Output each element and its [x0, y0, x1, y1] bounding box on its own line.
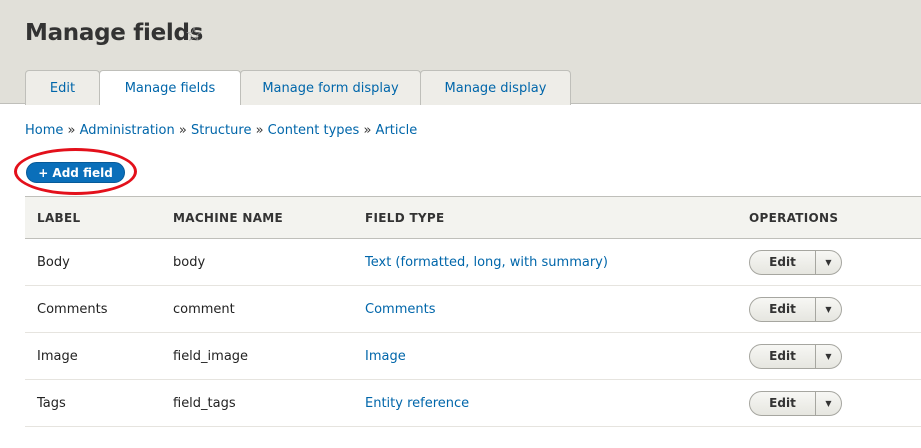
breadcrumb-administration[interactable]: Administration [80, 123, 175, 138]
field-type-link[interactable]: Comments [365, 302, 435, 317]
page-title: Manage fields [25, 20, 204, 46]
breadcrumb-structure[interactable]: Structure [191, 123, 251, 138]
operations-dropbutton: Edit ▼ [749, 390, 842, 416]
field-type-link[interactable]: Text (formatted, long, with summary) [365, 255, 608, 270]
operations-dropbutton: Edit ▼ [749, 249, 842, 275]
field-label: Comments [25, 285, 173, 333]
breadcrumb-article[interactable]: Article [376, 123, 418, 138]
chevron-down-icon[interactable]: ▼ [816, 251, 841, 274]
header-operations: OPERATIONS [749, 196, 921, 239]
highlight-ellipse [14, 148, 137, 195]
field-type-link[interactable]: Image [365, 349, 406, 364]
chevron-down-icon[interactable]: ▼ [816, 345, 841, 368]
breadcrumb-home[interactable]: Home [25, 123, 63, 138]
field-type-link[interactable]: Entity reference [365, 396, 469, 411]
edit-button[interactable]: Edit [750, 297, 816, 321]
breadcrumb: Home » Administration » Structure » Cont… [25, 123, 418, 138]
machine-name: comment [173, 285, 365, 333]
table-row: Body body Text (formatted, long, with su… [25, 238, 921, 286]
header-field-type: FIELD TYPE [365, 196, 749, 239]
edit-button[interactable]: Edit [750, 344, 816, 368]
header-label: LABEL [25, 196, 173, 239]
tabs: Edit Manage fields Manage form display M… [25, 70, 571, 105]
operations-dropbutton: Edit ▼ [749, 343, 842, 369]
breadcrumb-content-types[interactable]: Content types [268, 123, 360, 138]
page-header: Manage fields ☆ Edit Manage fields Manag… [0, 0, 921, 105]
machine-name: field_tags [173, 379, 365, 427]
field-label: Body [25, 238, 173, 286]
edit-button[interactable]: Edit [750, 391, 816, 415]
operations-dropbutton: Edit ▼ [749, 296, 842, 322]
chevron-down-icon[interactable]: ▼ [816, 298, 841, 321]
machine-name: body [173, 238, 365, 286]
tab-manage-display[interactable]: Manage display [420, 70, 571, 105]
edit-button[interactable]: Edit [750, 250, 816, 274]
machine-name: field_image [173, 332, 365, 380]
table-header: LABEL MACHINE NAME FIELD TYPE OPERATIONS [25, 196, 921, 239]
star-outline-icon[interactable]: ☆ [185, 22, 203, 46]
tab-manage-fields[interactable]: Manage fields [99, 70, 241, 105]
tab-manage-form-display[interactable]: Manage form display [240, 70, 421, 105]
tab-edit[interactable]: Edit [25, 70, 100, 105]
table-row: Image field_image Image Edit ▼ [25, 332, 921, 380]
field-label: Tags [25, 379, 173, 427]
table-row: Tags field_tags Entity reference Edit ▼ [25, 379, 921, 427]
chevron-down-icon[interactable]: ▼ [816, 392, 841, 415]
header-machine-name: MACHINE NAME [173, 196, 365, 239]
field-label: Image [25, 332, 173, 380]
fields-table: LABEL MACHINE NAME FIELD TYPE OPERATIONS… [25, 196, 921, 427]
table-row: Comments comment Comments Edit ▼ [25, 285, 921, 333]
